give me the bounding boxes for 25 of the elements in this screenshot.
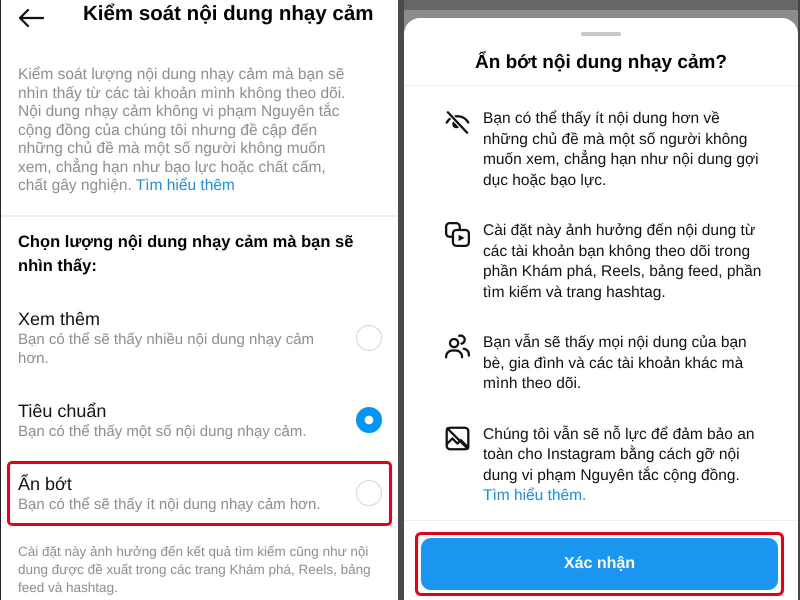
- option-label: Xem thêm: [18, 308, 102, 330]
- option-row[interactable]: Xem thêm Bạn có thể sẽ thấy nhiều nội dung nhạy cảm hơn.: [7, 296, 392, 380]
- radio-button[interactable]: [356, 407, 382, 433]
- drag-handle[interactable]: [581, 32, 621, 36]
- section-heading: Chọn lượng nội dung nhạy cảm mà bạn sẽ nhìn thấy:: [18, 232, 354, 276]
- back-arrow-icon[interactable]: [18, 8, 44, 28]
- option-row[interactable]: Ẩn bớt Bạn có thể sẽ thấy ít nội dung nhạy cảm hơn.: [7, 460, 392, 526]
- info-text: Bạn vẫn sẽ thấy mọi nội dung của bạn bè, gia đình và các tài khoản khác mà mình theo dõi.: [483, 333, 748, 394]
- option-label: Tiêu chuẩn: [18, 400, 108, 422]
- screen-title: Kiểm soát nội dung nhạy cảm: [83, 1, 374, 27]
- info-text: Cài đặt này ảnh hưởng đến nội dung từ các tài khoản bạn không theo dõi trong phần Khám phá, Reels, bảng feed, phần tìm kiếm và trang hashtag.: [483, 221, 762, 302]
- people-icon: [445, 334, 470, 359]
- option-description: Bạn có thể thấy một số nội dung nhạy cảm.: [18, 422, 308, 440]
- option-description: Bạn có thể sẽ thấy nhiều nội dung nhạy cảm hơn.: [18, 330, 316, 368]
- option-row[interactable]: Tiêu chuẩn Bạn có thể thấy một số nội dung nhạy cảm.: [7, 388, 392, 452]
- eye-slash-icon: [445, 110, 470, 135]
- option-description: Bạn có thể sẽ thấy ít nội dung nhạy cảm hơn.: [18, 494, 322, 514]
- info-text: Bạn có thể thấy ít nội dung hơn về những chủ đề mà một số người không muốn xem, chẳng hạn như nội dung gợi dục hoặc bạo lực.: [483, 109, 760, 190]
- option-label: Ẩn bớt: [18, 472, 73, 494]
- footnote-text: Cài đặt này ảnh hưởng đến kết quả tìm kiếm cũng như nội dung được đề xuất trong các trang Khám phá, Reels, bảng feed và hashtag.: [18, 542, 372, 596]
- description-text: Kiểm soát lượng nội dung nhạy cảm mà bạn sẽ nhìn thấy từ các tài khoản mình không theo dõi. Nội dung nhạy cảm không vi phạm Nguyên tắc cộng đồng của chúng tôi nhưng đề cập đến những chủ đề mà một số người không muốn xem, chẳng hạn như bạo lực hoặc chất cấm, chất gây nghiện. Tìm hiểu thêm: [18, 66, 346, 196]
- info-text: Chúng tôi vẫn sẽ nỗ lực để đảm bảo an toàn cho Instagram bằng cách gỡ nội dung vi phạm Nguyên tắc cộng đồng. Tìm hiểu thêm.: [483, 424, 756, 506]
- media-play-icon: [445, 222, 470, 247]
- sheet-title: Ẩn bớt nội dung nhạy cảm?: [474, 51, 728, 75]
- image-slash-icon: [445, 426, 470, 450]
